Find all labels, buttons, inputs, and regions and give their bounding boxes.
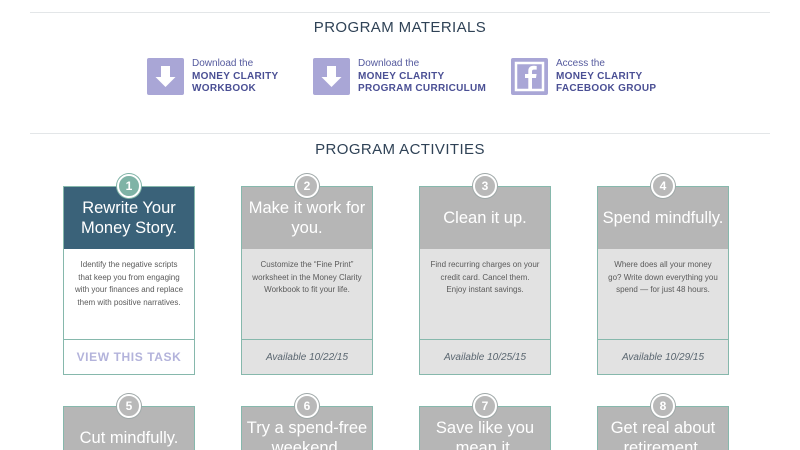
section-divider [30,133,770,134]
material-facebook-link[interactable]: Access the MONEY CLARITY FACEBOOK GROUP [511,58,656,98]
task-number-badge: 3 [473,174,497,198]
view-task-button[interactable]: VIEW THIS TASK [64,339,194,374]
material-name-line1: MONEY CLARITY [192,70,279,82]
material-name-line2: PROGRAM CURRICULUM [358,83,487,94]
activity-card[interactable]: Rewrite Your Money Story. Identify the n… [63,186,195,375]
materials-title: PROGRAM MATERIALS [313,19,487,36]
availability-date: Available 10/29/15 [598,339,728,374]
task-number-badge: 6 [295,394,319,418]
material-name-line1: MONEY CLARITY [556,70,643,82]
task-number-badge: 1 [117,174,141,198]
task-number-badge: 7 [473,394,497,418]
activity-card: Spend mindfully. Where does all your mon… [597,186,729,375]
task-number-badge: 4 [651,174,675,198]
material-name-line2: WORKBOOK [192,83,257,94]
material-prefix: Download the [358,58,420,69]
activities-title: PROGRAM ACTIVITIES [315,141,485,158]
material-prefix: Download the [192,58,254,69]
activity-card: Make it work for you. Customize the “Fin… [241,186,373,375]
download-icon [313,58,350,95]
download-icon [147,58,184,95]
material-name-line1: MONEY CLARITY [358,70,445,82]
task-number-badge: 2 [295,174,319,198]
facebook-icon [511,58,548,95]
material-name-line2: FACEBOOK GROUP [556,83,657,94]
material-workbook-link[interactable]: Download the MONEY CLARITY WORKBOOK [147,58,279,98]
availability-date: Available 10/22/15 [242,339,372,374]
activity-card: Clean it up. Find recurring charges on y… [419,186,551,375]
activity-card-description: Customize the “Fine Print” worksheet in … [242,249,372,339]
activity-card-description: Find recurring charges on your credit ca… [420,249,550,339]
material-curriculum-link[interactable]: Download the MONEY CLARITY PROGRAM CURRI… [313,58,486,98]
material-prefix: Access the [556,58,605,69]
activity-card-description: Identify the negative scripts that keep … [64,249,194,339]
task-number-badge: 8 [651,394,675,418]
task-number-badge: 5 [117,394,141,418]
activity-card-description: Where does all your money go? Write down… [598,249,728,339]
top-divider [30,12,770,13]
availability-date: Available 10/25/15 [420,339,550,374]
